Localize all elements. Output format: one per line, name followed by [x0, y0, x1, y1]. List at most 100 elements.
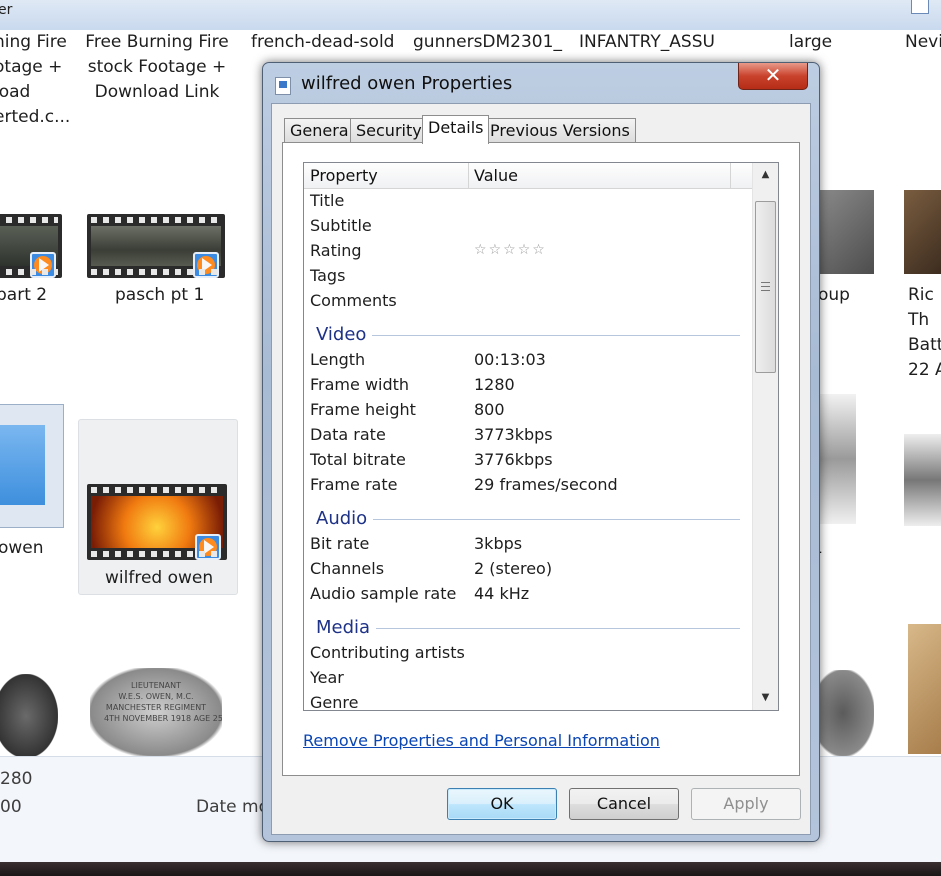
property-row[interactable]: Subtitle — [304, 213, 752, 238]
file-item-label[interactable]: large — [789, 30, 832, 55]
property-name: Title — [310, 191, 345, 210]
property-list[interactable]: Property Value Title Subtitle Rating ☆ ☆… — [303, 162, 779, 711]
file-item-label[interactable]: Free Burning Fire stock Footage + Downlo… — [82, 30, 232, 105]
image-thumbnail[interactable] — [908, 624, 941, 754]
file-item-label[interactable]: part 2 — [0, 283, 47, 308]
file-item-label: wilfred owen — [105, 568, 214, 588]
scroll-up-arrow-icon[interactable]: ▲ — [753, 163, 778, 187]
property-row[interactable]: Tags — [304, 263, 752, 288]
column-header-property[interactable]: Property — [304, 163, 469, 188]
property-name: Frame height — [310, 400, 416, 419]
close-button[interactable]: ✕ — [738, 63, 808, 90]
tab-security[interactable]: Security — [350, 118, 428, 143]
details-tab-panel: Property Value Title Subtitle Rating ☆ ☆… — [282, 142, 800, 776]
group-label: Audio — [316, 506, 374, 531]
property-row[interactable]: Contributing artists — [304, 640, 752, 665]
cancel-button[interactable]: Cancel — [569, 788, 679, 820]
property-row[interactable]: Year — [304, 665, 752, 690]
property-row[interactable]: Comments — [304, 288, 752, 313]
rating-stars[interactable]: ☆ ☆ ☆ ☆ ☆ — [474, 238, 545, 263]
tab-general[interactable]: General — [284, 118, 360, 143]
property-row[interactable]: Data rate 3773kbps — [304, 422, 752, 447]
properties-dialog: wilfred owen Properties ✕ General Securi… — [262, 62, 820, 842]
file-item-label[interactable]: owen — [0, 536, 44, 561]
group-divider — [316, 628, 740, 629]
file-item-label[interactable]: INFANTRY_ASSU — [579, 30, 715, 55]
column-header-value[interactable]: Value — [468, 163, 731, 188]
star-icon[interactable]: ☆ — [503, 238, 516, 263]
property-value: 00:13:03 — [474, 350, 546, 369]
star-icon[interactable]: ☆ — [532, 238, 545, 263]
property-row[interactable]: Channels 2 (stereo) — [304, 556, 752, 581]
headstone-text: LIEUTENANT W.E.S. OWEN, M.C. MANCHESTER … — [104, 681, 222, 723]
property-row[interactable]: Frame rate 29 frames/second — [304, 472, 752, 497]
property-name: Year — [310, 668, 344, 687]
property-name: Subtitle — [310, 216, 372, 235]
star-icon[interactable]: ☆ — [474, 238, 487, 263]
image-thumbnail[interactable] — [904, 190, 941, 274]
property-value: 3776kbps — [474, 450, 553, 469]
vertical-scrollbar[interactable]: ▲ ▼ — [752, 163, 778, 710]
star-icon[interactable]: ☆ — [518, 238, 531, 263]
property-row[interactable]: Length 00:13:03 — [304, 347, 752, 372]
property-name: Channels — [310, 559, 385, 578]
explorer-title: er — [0, 2, 13, 18]
file-item-label[interactable]: oup — [818, 283, 850, 308]
scroll-down-arrow-icon[interactable]: ▼ — [753, 686, 778, 710]
star-icon[interactable]: ☆ — [489, 238, 502, 263]
group-label: Video — [316, 322, 373, 347]
group-header-video: Video — [304, 322, 752, 347]
group-divider — [316, 519, 740, 520]
property-row[interactable]: Genre — [304, 690, 752, 711]
scroll-thumb[interactable] — [755, 201, 776, 373]
ok-button[interactable]: OK — [447, 788, 557, 820]
file-item-label[interactable]: pasch pt 1 — [115, 283, 204, 308]
video-file-icon — [275, 77, 291, 95]
property-name: Frame width — [310, 375, 410, 394]
image-thumbnail[interactable] — [812, 670, 874, 756]
property-name: Tags — [310, 266, 346, 285]
image-thumbnail[interactable] — [904, 434, 941, 526]
property-row[interactable]: Frame height 800 — [304, 397, 752, 422]
property-value: 44 kHz — [474, 584, 530, 603]
property-value: 3kbps — [474, 534, 523, 553]
list-header: Property Value — [304, 163, 752, 189]
remove-properties-link[interactable]: Remove Properties and Personal Informati… — [303, 731, 660, 750]
tab-previous-versions[interactable]: Previous Versions — [484, 118, 636, 143]
property-row[interactable]: Total bitrate 3776kbps — [304, 447, 752, 472]
property-row[interactable]: Frame width 1280 — [304, 372, 752, 397]
file-item-label[interactable]: Nevi — [905, 30, 941, 55]
apply-button[interactable]: Apply — [691, 788, 801, 820]
property-name: Contributing artists — [310, 643, 465, 662]
property-name: Genre — [310, 693, 359, 711]
selected-file-item[interactable]: wilfred owen — [78, 419, 238, 595]
video-thumbnail[interactable] — [0, 214, 62, 278]
property-row[interactable]: Rating ☆ ☆ ☆ ☆ ☆ — [304, 238, 752, 263]
play-badge-icon — [195, 534, 221, 560]
property-row[interactable]: Title — [304, 188, 752, 213]
property-value: 29 frames/second — [474, 475, 618, 494]
file-item-label[interactable]: Ric Th Batt 22 A — [908, 283, 941, 383]
property-row[interactable]: Bit rate 3kbps — [304, 531, 752, 556]
tab-details[interactable]: Details — [422, 115, 490, 144]
dialog-body: General Security Details Previous Versio… — [271, 103, 811, 835]
property-value: 800 — [474, 400, 505, 419]
property-name: Rating — [310, 241, 362, 260]
property-row[interactable]: Audio sample rate 44 kHz — [304, 581, 752, 606]
headstone-thumbnail[interactable]: LIEUTENANT W.E.S. OWEN, M.C. MANCHESTER … — [90, 668, 222, 756]
property-value: 1280 — [474, 375, 515, 394]
file-item-label[interactable]: gunnersDM2301_ — [413, 30, 562, 55]
image-thumbnail[interactable] — [0, 674, 58, 758]
video-thumbnail — [87, 484, 227, 560]
grip-line — [761, 290, 770, 291]
play-badge-icon — [193, 252, 219, 278]
file-item-label[interactable]: ning Fire otage + load erted.c... — [0, 30, 70, 130]
video-thumbnail[interactable] — [87, 214, 225, 278]
list-body: Title Subtitle Rating ☆ ☆ ☆ ☆ ☆ Tags Com… — [304, 188, 752, 710]
file-item-label[interactable]: french-dead-sold — [251, 30, 394, 55]
document-thumbnail[interactable] — [0, 404, 64, 528]
explorer-titlebar: er — [0, 0, 941, 31]
taskbar — [0, 862, 941, 876]
document-icon — [911, 0, 929, 14]
play-badge-icon — [30, 252, 56, 278]
